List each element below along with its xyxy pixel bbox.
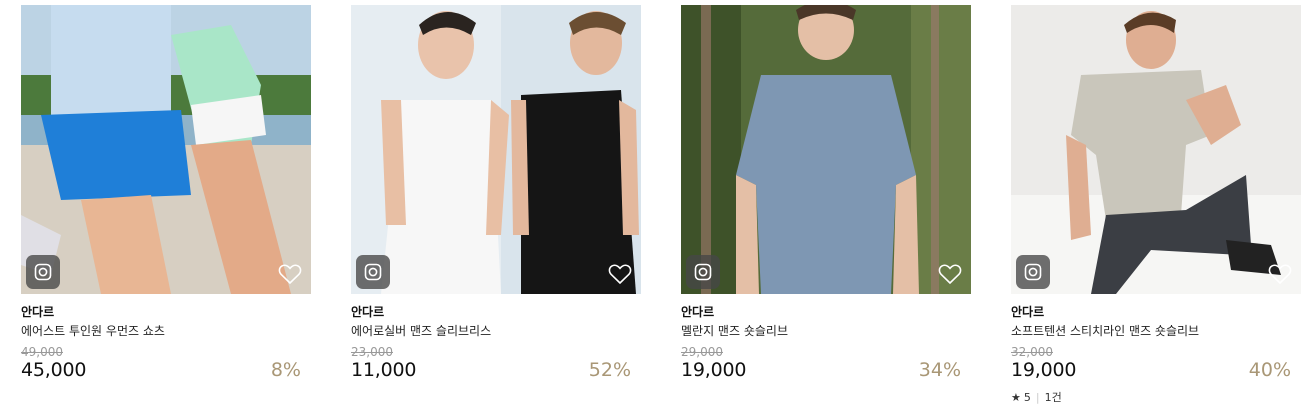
- heart-outline-icon[interactable]: [938, 263, 962, 285]
- product-card[interactable]: 안다르 에어스트 투인원 우먼즈 쇼츠 49,000 45,000 8%: [21, 5, 311, 381]
- sale-price: 19,000: [681, 359, 747, 381]
- product-photo: [21, 5, 311, 294]
- instagram-button[interactable]: [1016, 255, 1050, 289]
- heart-outline-icon[interactable]: [278, 263, 302, 285]
- product-photo: [681, 5, 971, 294]
- product-image[interactable]: [1011, 5, 1301, 294]
- product-image[interactable]: [351, 5, 641, 294]
- brand-name[interactable]: 안다르: [351, 303, 384, 320]
- instagram-icon: [694, 263, 712, 281]
- original-price: 23,000: [351, 345, 393, 359]
- discount-rate: 34%: [918, 359, 961, 381]
- discount-rate: 40%: [1248, 359, 1291, 381]
- original-price: 29,000: [681, 345, 723, 359]
- brand-name[interactable]: 안다르: [681, 303, 714, 320]
- original-price: 49,000: [21, 345, 63, 359]
- instagram-icon: [34, 263, 52, 281]
- instagram-button[interactable]: [26, 255, 60, 289]
- product-photo: [351, 5, 641, 294]
- product-name[interactable]: 멜란지 맨즈 숏슬리브: [681, 322, 788, 339]
- instagram-icon: [364, 263, 382, 281]
- product-card[interactable]: 안다르 에어로실버 맨즈 슬리브리스 23,000 11,000 52%: [351, 5, 641, 381]
- product-image[interactable]: [21, 5, 311, 294]
- discount-rate: 8%: [270, 359, 301, 381]
- heart-outline-icon[interactable]: [1268, 263, 1292, 285]
- product-name[interactable]: 소프트텐션 스티치라인 맨즈 숏슬리브: [1011, 322, 1199, 339]
- instagram-button[interactable]: [356, 255, 390, 289]
- instagram-icon: [1024, 263, 1042, 281]
- sale-price: 19,000: [1011, 359, 1077, 381]
- review-count: 1건: [1044, 391, 1062, 404]
- brand-name[interactable]: 안다르: [1011, 303, 1044, 320]
- original-price: 32,000: [1011, 345, 1053, 359]
- review-rating: ★ 5 | 1건: [1011, 389, 1062, 405]
- brand-name[interactable]: 안다르: [21, 303, 54, 320]
- instagram-button[interactable]: [686, 255, 720, 289]
- heart-outline-icon[interactable]: [608, 263, 632, 285]
- product-card[interactable]: 안다르 멜란지 맨즈 숏슬리브 29,000 19,000 34%: [681, 5, 971, 381]
- product-image[interactable]: [681, 5, 971, 294]
- star-icon: ★: [1011, 390, 1021, 404]
- discount-rate: 52%: [588, 359, 631, 381]
- sale-price: 11,000: [351, 359, 417, 381]
- sale-price: 45,000: [21, 359, 87, 381]
- product-name[interactable]: 에어로실버 맨즈 슬리브리스: [351, 322, 491, 339]
- rating-score: 5: [1023, 390, 1031, 404]
- product-card[interactable]: 안다르 소프트텐션 스티치라인 맨즈 숏슬리브 32,000 19,000 40…: [1011, 5, 1301, 404]
- divider: |: [1035, 390, 1040, 404]
- product-name[interactable]: 에어스트 투인원 우먼즈 쇼츠: [21, 322, 165, 339]
- product-photo: [1011, 5, 1301, 294]
